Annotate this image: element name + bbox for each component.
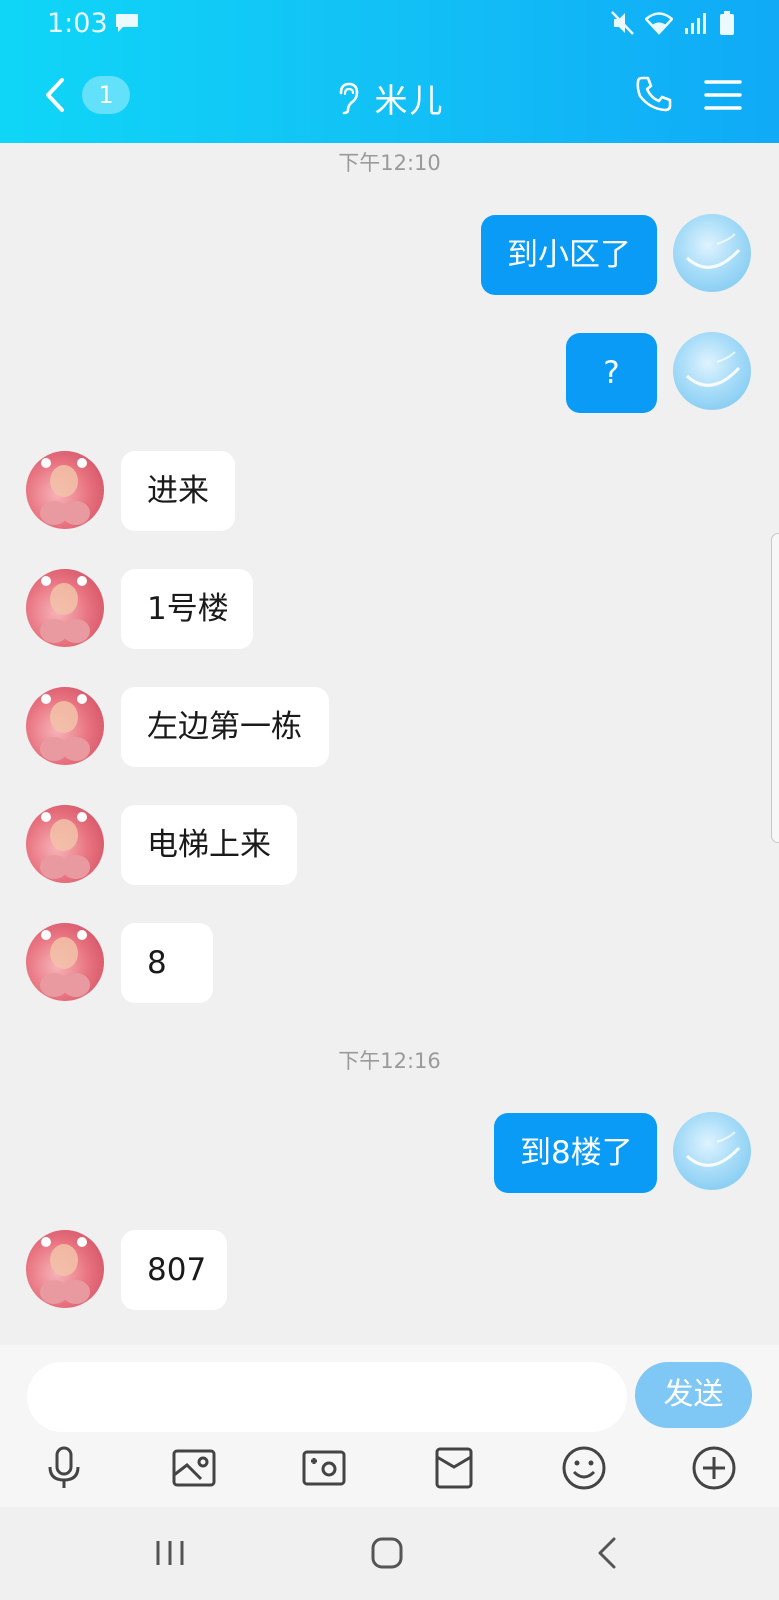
my-avatar[interactable] — [673, 1112, 751, 1190]
message-timestamp: 下午12:16 — [338, 1049, 441, 1073]
ear-icon — [339, 82, 358, 115]
status-icons — [611, 10, 735, 36]
received-message-bubble[interactable]: 进来 — [121, 451, 235, 531]
back-nav-icon[interactable] — [588, 1533, 628, 1573]
message-timestamp: 下午12:10 — [338, 151, 441, 175]
edge-panel-handle[interactable] — [771, 533, 779, 843]
message-notification-icon — [116, 14, 138, 32]
menu-icon[interactable] — [704, 78, 742, 112]
sent-message-bubble[interactable]: 到小区了 — [481, 215, 657, 295]
contact-avatar[interactable] — [26, 923, 104, 1001]
contact-avatar[interactable] — [26, 1230, 104, 1308]
chat-title: 米儿 — [374, 81, 445, 120]
message-input[interactable] — [27, 1362, 627, 1432]
input-toolbar — [0, 1445, 779, 1505]
status-bar: 1:03 — [0, 0, 779, 48]
recent-apps-icon[interactable] — [150, 1533, 190, 1573]
cell-signal-icon — [685, 13, 706, 34]
received-message-bubble[interactable]: 左边第一栋 — [121, 687, 329, 767]
battery-icon — [720, 11, 734, 35]
sent-message-bubble[interactable]: 到8楼了 — [494, 1113, 657, 1193]
mute-icon — [611, 11, 634, 35]
chat-header: 1:03 1 米儿 — [0, 0, 779, 143]
contact-avatar[interactable] — [26, 687, 104, 765]
wifi-icon — [645, 12, 673, 35]
phone-call-icon[interactable] — [634, 74, 674, 114]
image-icon[interactable] — [171, 1445, 217, 1491]
my-avatar[interactable] — [673, 214, 751, 292]
received-message-bubble[interactable]: 1号楼 — [121, 569, 253, 649]
contact-avatar[interactable] — [26, 569, 104, 647]
red-packet-icon[interactable] — [431, 1445, 477, 1491]
received-message-bubble[interactable]: 807 — [121, 1230, 227, 1310]
system-nav-bar — [0, 1507, 779, 1600]
received-message-bubble[interactable]: 8 — [121, 923, 213, 1003]
status-time: 1:03 — [47, 8, 108, 39]
microphone-icon[interactable] — [41, 1445, 87, 1491]
home-icon[interactable] — [367, 1533, 407, 1573]
received-message-bubble[interactable]: 电梯上来 — [121, 805, 297, 885]
camera-icon[interactable] — [301, 1445, 347, 1491]
message-input-area: 发送 — [0, 1345, 779, 1507]
contact-avatar[interactable] — [26, 451, 104, 529]
contact-avatar[interactable] — [26, 805, 104, 883]
chat-message-list[interactable]: 下午12:10 到小区了 ? 进来 1号楼 左边第一栋 电梯上来 8 下午12:… — [0, 143, 779, 1345]
my-avatar[interactable] — [673, 332, 751, 410]
emoji-icon[interactable] — [561, 1445, 607, 1491]
plus-icon[interactable] — [691, 1445, 737, 1491]
send-button[interactable]: 发送 — [635, 1362, 752, 1428]
sent-message-bubble[interactable]: ? — [566, 333, 657, 413]
